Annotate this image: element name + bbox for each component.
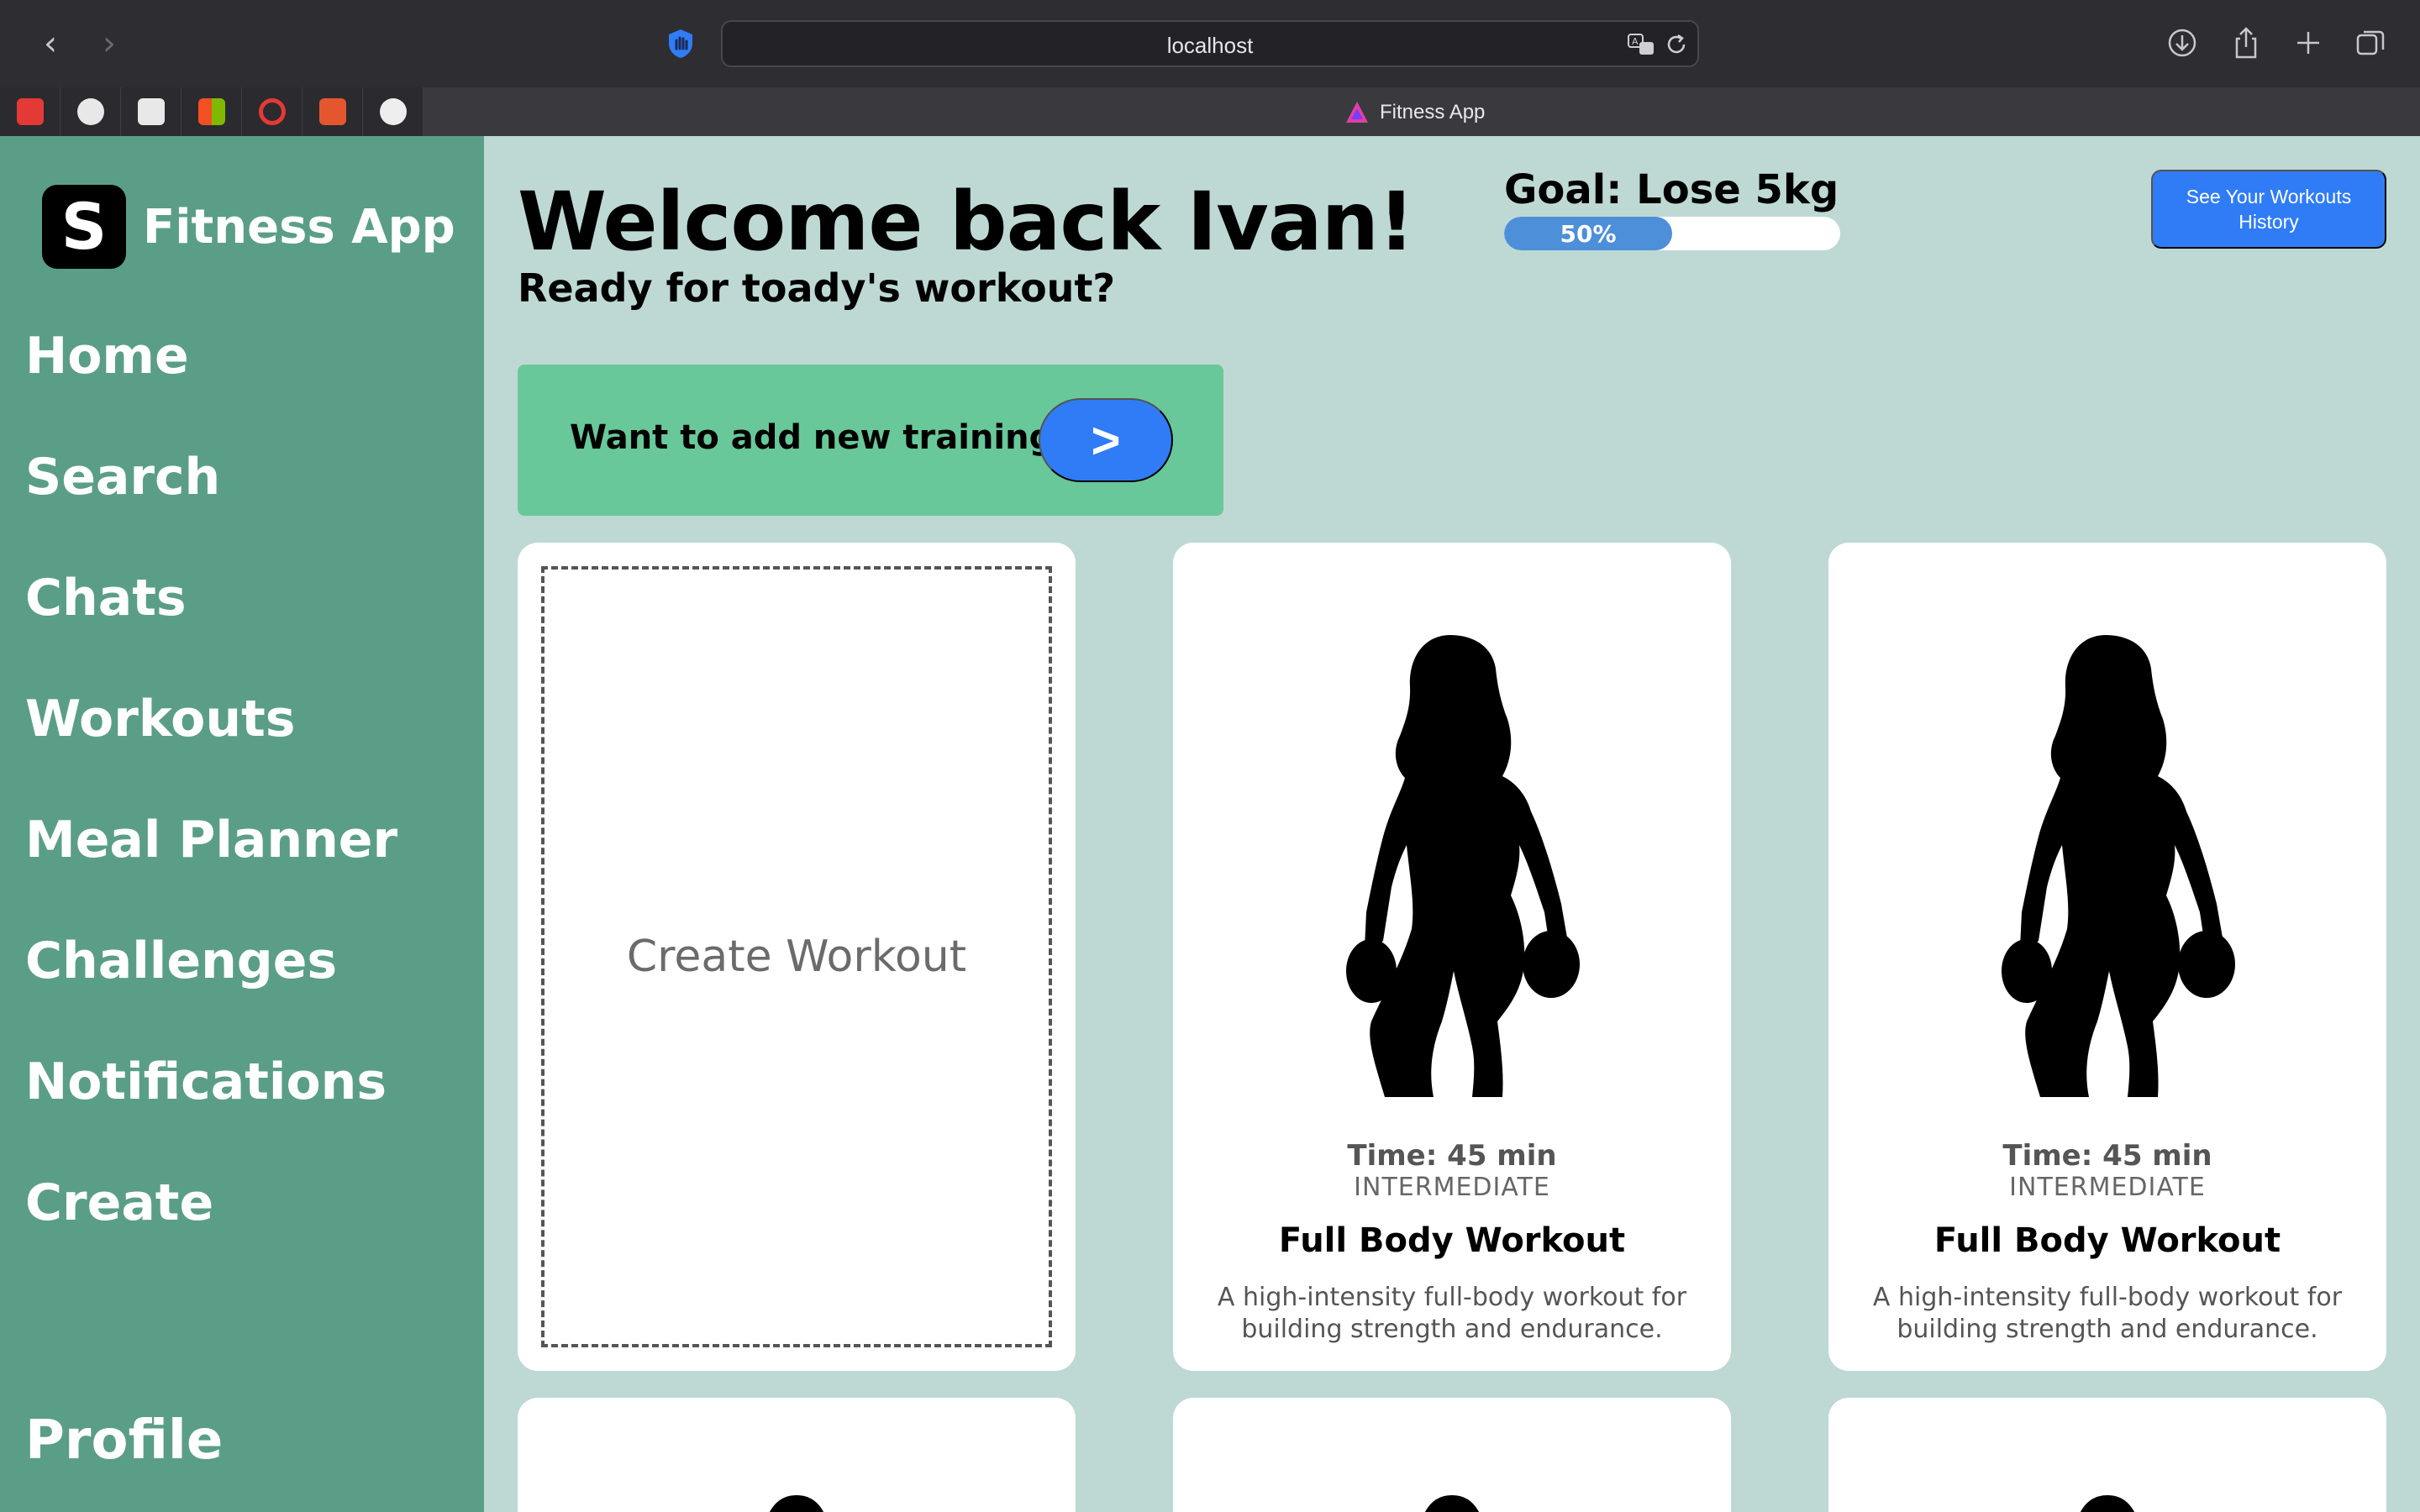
sidebar: S Fitness App Home Search Chats Workouts… [0,136,484,1512]
microsoft-icon [197,98,225,125]
workout-card[interactable] [1173,1398,1731,1512]
workout-card[interactable] [518,1398,1076,1512]
goal-label: Goal: Lose 5kg [1504,166,1839,213]
workout-level: INTERMEDIATE [1354,1173,1550,1202]
workout-title: Full Body Workout [1933,1221,2281,1260]
favorite-figma[interactable] [302,87,363,136]
silhouette-head-icon [1425,1495,1479,1512]
forward-icon[interactable]: › [91,25,128,62]
reload-icon[interactable] [1664,32,1689,57]
workout-card[interactable] [1828,1398,2386,1512]
svg-text:A: A [1632,36,1639,47]
tab-overview-icon[interactable] [2351,24,2390,62]
workout-card[interactable]: Time: 45 min INTERMEDIATE Full Body Work… [1173,543,1731,1371]
tab-bar: Fitness App [0,87,2420,136]
sidebar-item-notifications[interactable]: Notifications [25,1048,397,1169]
sidebar-item-challenges[interactable]: Challenges [25,927,397,1048]
add-training-text: Want to add new training? [570,418,1073,457]
sidebar-item-chats[interactable]: Chats [25,564,397,685]
favorite-gmail[interactable] [121,87,182,136]
github-icon [76,98,104,125]
fitness-app: S Fitness App Home Search Chats Workouts… [0,136,2420,1512]
new-tab-icon[interactable] [2289,24,2328,62]
create-workout-label: Create Workout [626,932,967,982]
favorite-microsoft[interactable] [182,87,242,136]
create-workout-dropzone[interactable]: Create Workout [541,566,1052,1347]
app-favicon-icon [1346,102,1368,123]
translate-icon[interactable]: A [1627,32,1655,57]
favorite-extension[interactable] [363,87,424,136]
brand[interactable]: S Fitness App [42,185,455,269]
sidebar-item-workouts[interactable]: Workouts [25,685,397,806]
add-training-button[interactable]: > [1039,398,1173,482]
workout-time: Time: 45 min [1347,1139,1557,1173]
sidebar-item-create[interactable]: Create [25,1169,397,1290]
brand-name: Fitness App [143,199,455,255]
add-training-banner: Want to add new training? > [518,365,1223,516]
sidebar-item-profile[interactable]: Profile [25,1410,223,1472]
figma-icon [318,98,346,125]
silhouette-head-icon [770,1495,823,1512]
favorite-youtube[interactable] [0,87,60,136]
workout-history-button[interactable]: See Your Workouts History [2151,170,2386,249]
goal-progress-label: 50% [1560,220,1617,248]
favorite-search[interactable] [242,87,302,136]
address-bar[interactable]: localhost A [721,20,1699,67]
page-subtitle: Ready for toady's workout? [518,265,1116,311]
mail-icon [137,98,165,125]
back-icon[interactable]: ‹ [32,25,69,62]
woman-dumbbell-silhouette-icon [2002,635,2235,1097]
workout-title: Full Body Workout [1278,1221,1626,1260]
active-tab-title: Fitness App [1380,101,1486,123]
sidebar-item-meal-planner[interactable]: Meal Planner [25,806,397,927]
url-text: localhost [1166,33,1254,58]
share-icon[interactable] [2227,24,2265,62]
privacy-shield-icon[interactable] [664,27,697,60]
sidebar-item-home[interactable]: Home [25,323,397,444]
search-icon [258,98,286,125]
sidebar-item-search[interactable]: Search [25,444,397,564]
youtube-icon [16,98,44,125]
workout-card[interactable]: Time: 45 min INTERMEDIATE Full Body Work… [1828,543,2386,1371]
workout-description: A high-intensity full-body workout for b… [1217,1283,1687,1344]
browser-toolbar: ‹ › localhost A [0,0,2420,87]
workout-description: A high-intensity full-body workout for b… [1872,1283,2343,1344]
create-workout-card[interactable]: Create Workout [518,543,1076,1371]
extension-icon [379,98,407,125]
main-content: Welcome back Ivan! Ready for toady's wor… [484,136,2420,1512]
sidebar-nav: Home Search Chats Workouts Meal Planner … [25,323,397,1290]
logo-icon: S [42,185,126,269]
download-icon[interactable] [2163,24,2202,62]
workout-time: Time: 45 min [2002,1139,2212,1173]
workout-level: INTERMEDIATE [2009,1173,2206,1202]
goal-progress-bar: 50% [1504,217,1840,250]
favorites-bar [0,87,424,136]
woman-dumbbell-silhouette-icon [1346,635,1580,1097]
silhouette-head-icon [2081,1495,2134,1512]
favorite-github[interactable] [60,87,121,136]
active-tab[interactable]: Fitness App [1344,99,1485,126]
page-title: Welcome back Ivan! [518,175,1415,269]
